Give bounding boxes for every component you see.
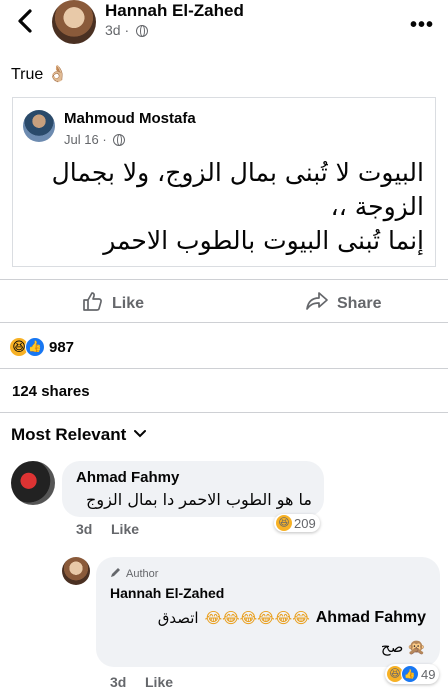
divider	[0, 368, 448, 369]
ok-hand-emoji: 👌🏼	[47, 64, 68, 83]
pencil-icon	[110, 566, 122, 581]
reply-author-avatar[interactable]	[62, 557, 90, 585]
reply-text: صح	[380, 638, 404, 656]
post-time: 3d	[105, 22, 121, 38]
comment-filter-label: Most Relevant	[11, 425, 127, 444]
haha-icon: 😆	[276, 515, 292, 531]
comment-reaction-count: 209	[294, 515, 316, 531]
reply-text-line1: اتصدق 😂😂😂😂😂😂 Ahmad Fahmy	[108, 609, 426, 627]
globe-icon	[136, 25, 149, 37]
shared-text-line: إنما تُبنى البيوت بالطوب الاحمر	[103, 226, 424, 255]
shared-post-text: البيوت لا تُبنى بمال الزوج، ولا بجمال ال…	[24, 156, 424, 258]
separator-dot: ·	[102, 132, 107, 147]
caption-text: True	[11, 66, 44, 83]
shared-text-line: الزوجة ،،	[330, 192, 424, 221]
share-label: Share	[337, 294, 382, 312]
share-icon	[305, 290, 329, 317]
thumbs-up-icon	[82, 290, 104, 317]
reaction-summary[interactable]: 😆 👍 987	[10, 337, 74, 357]
comment-filter-dropdown[interactable]: Most Relevant	[11, 425, 147, 445]
shared-author-avatar[interactable]	[23, 110, 55, 142]
shared-post-date: Jul 16	[64, 132, 99, 147]
comment-text: ما هو الطوب الاحمر دا بمال الزوج	[86, 490, 312, 509]
mention-tag[interactable]: Ahmad Fahmy	[316, 609, 426, 627]
shared-text-line: البيوت لا تُبنى بمال الزوج، ولا بجمال	[51, 158, 424, 187]
chevron-down-icon	[134, 426, 147, 444]
reply-text: اتصدق	[157, 609, 199, 627]
laughing-emojis: 😂😂😂😂😂😂	[204, 609, 310, 627]
author-avatar[interactable]	[52, 0, 96, 44]
share-button[interactable]: Share	[305, 290, 381, 317]
post-author-name[interactable]: Hannah El-Zahed	[105, 1, 244, 21]
like-button[interactable]: Like	[82, 290, 144, 317]
globe-icon	[113, 134, 126, 146]
commenter-avatar[interactable]	[11, 461, 55, 505]
like-reaction-icon: 👍	[401, 665, 419, 683]
like-reaction-icon: 👍	[25, 337, 45, 357]
comment-time: 3d	[76, 521, 93, 537]
divider	[0, 322, 448, 323]
divider	[0, 279, 448, 280]
shared-post-timestamp[interactable]: Jul 16 ·	[64, 132, 126, 147]
more-options-icon[interactable]: •••	[410, 14, 434, 37]
reply-author-name[interactable]: Hannah El-Zahed	[110, 585, 224, 601]
divider	[0, 412, 448, 413]
post-caption: True 👌🏼	[11, 64, 68, 84]
author-badge-label: Author	[126, 567, 159, 580]
comment-like-button[interactable]: Like	[111, 521, 139, 537]
post-timestamp[interactable]: 3d ·	[105, 22, 149, 38]
shared-author-name[interactable]: Mahmoud Mostafa	[64, 110, 196, 127]
reply-reactions[interactable]: 😆 👍 49	[385, 664, 440, 684]
reaction-count: 987	[49, 338, 75, 356]
comment-reactions[interactable]: 😆 209	[274, 514, 320, 532]
back-icon[interactable]	[14, 8, 38, 34]
author-badge: Author	[110, 566, 158, 581]
reply-time: 3d	[110, 674, 127, 690]
reply-reaction-count: 49	[421, 666, 436, 682]
reply-text-line2: صح 🙊	[108, 638, 426, 656]
like-label: Like	[112, 294, 145, 312]
monkey-emoji: 🙊	[407, 638, 426, 656]
reply-like-button[interactable]: Like	[145, 674, 173, 690]
separator-dot: ·	[124, 22, 130, 38]
share-count[interactable]: 124 shares	[12, 383, 90, 400]
comment-author-name[interactable]: Ahmad Fahmy	[76, 469, 179, 486]
